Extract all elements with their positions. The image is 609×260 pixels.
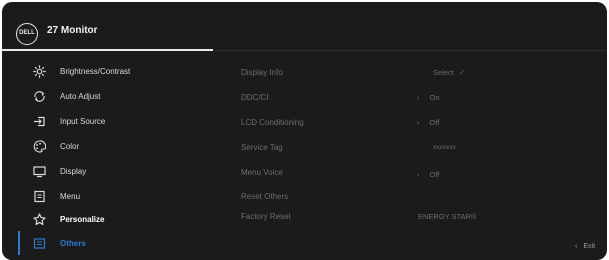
auto-adjust-icon bbox=[32, 90, 46, 104]
sidebar-item-label: Brightness/Contrast bbox=[60, 67, 131, 76]
display-icon bbox=[32, 165, 46, 179]
display-info-value[interactable]: Select ✓ bbox=[433, 63, 465, 83]
option-reset-others[interactable]: Reset Others bbox=[241, 187, 288, 207]
sidebar-item-label: Menu bbox=[60, 192, 81, 201]
chevron-right-icon: › bbox=[417, 118, 420, 127]
chevron-right-icon: › bbox=[417, 170, 420, 179]
osd-header: DELL 27 Monitor bbox=[2, 2, 607, 51]
sidebar-item-label: Personalize bbox=[60, 215, 105, 224]
ddc-ci-value-label: On bbox=[429, 93, 440, 102]
brightness-icon bbox=[32, 65, 46, 79]
input-source-icon bbox=[32, 115, 46, 129]
exit-button[interactable]: ‹ Exit bbox=[575, 243, 595, 250]
osd-menu: DELL 27 Monitor Brightness/Contrast Auto… bbox=[2, 2, 607, 260]
sidebar-item-input-source[interactable]: Input Source bbox=[2, 109, 214, 134]
sidebar-item-others[interactable]: Others bbox=[2, 231, 214, 256]
service-tag-value: xxxxxxx bbox=[433, 144, 456, 151]
sidebar-item-label: Display bbox=[60, 167, 87, 176]
lcd-conditioning-value-label: Off bbox=[429, 118, 440, 127]
ddc-ci-value[interactable]: › On bbox=[417, 88, 440, 108]
sidebar-item-menu[interactable]: Menu bbox=[2, 184, 214, 209]
chevron-right-icon: › bbox=[417, 93, 420, 102]
option-factory-reset[interactable]: Factory Reset bbox=[241, 207, 291, 227]
sidebar-item-auto-adjust[interactable]: Auto Adjust bbox=[2, 84, 214, 109]
sidebar-item-label: Others bbox=[60, 239, 86, 248]
menu-voice-value[interactable]: › Off bbox=[417, 165, 439, 185]
header-underline bbox=[2, 49, 213, 51]
sidebar-item-color[interactable]: Color bbox=[2, 134, 214, 159]
display-info-value-label: Select bbox=[433, 68, 454, 77]
sidebar-item-personalize[interactable]: Personalize bbox=[2, 207, 214, 232]
color-icon bbox=[32, 140, 46, 154]
menu-voice-value-label: Off bbox=[429, 170, 440, 179]
lcd-conditioning-value[interactable]: › Off bbox=[417, 113, 439, 133]
star-icon bbox=[32, 213, 46, 227]
option-display-info[interactable]: Display Info bbox=[241, 63, 283, 83]
sidebar-item-brightness-contrast[interactable]: Brightness/Contrast bbox=[2, 59, 214, 84]
option-menu-voice[interactable]: Menu Voice bbox=[241, 163, 283, 183]
others-icon bbox=[32, 237, 46, 251]
dell-logo: DELL bbox=[16, 23, 38, 45]
sidebar-item-label: Auto Adjust bbox=[60, 92, 101, 101]
menu-icon bbox=[32, 190, 46, 204]
monitor-title: 27 Monitor bbox=[47, 25, 98, 36]
energy-star-label: ENERGY STAR® bbox=[418, 212, 477, 221]
exit-label: Exit bbox=[583, 243, 596, 250]
option-service-tag[interactable]: Service Tag bbox=[241, 138, 283, 158]
sidebar-item-label: Color bbox=[60, 142, 80, 151]
chevron-left-icon: ‹ bbox=[575, 243, 578, 250]
option-ddc-ci[interactable]: DDC/CI bbox=[241, 88, 269, 108]
check-icon: ✓ bbox=[458, 68, 466, 77]
sidebar-item-label: Input Source bbox=[60, 117, 106, 126]
sidebar-item-display[interactable]: Display bbox=[2, 159, 214, 184]
option-lcd-conditioning[interactable]: LCD Conditioning bbox=[241, 113, 304, 133]
